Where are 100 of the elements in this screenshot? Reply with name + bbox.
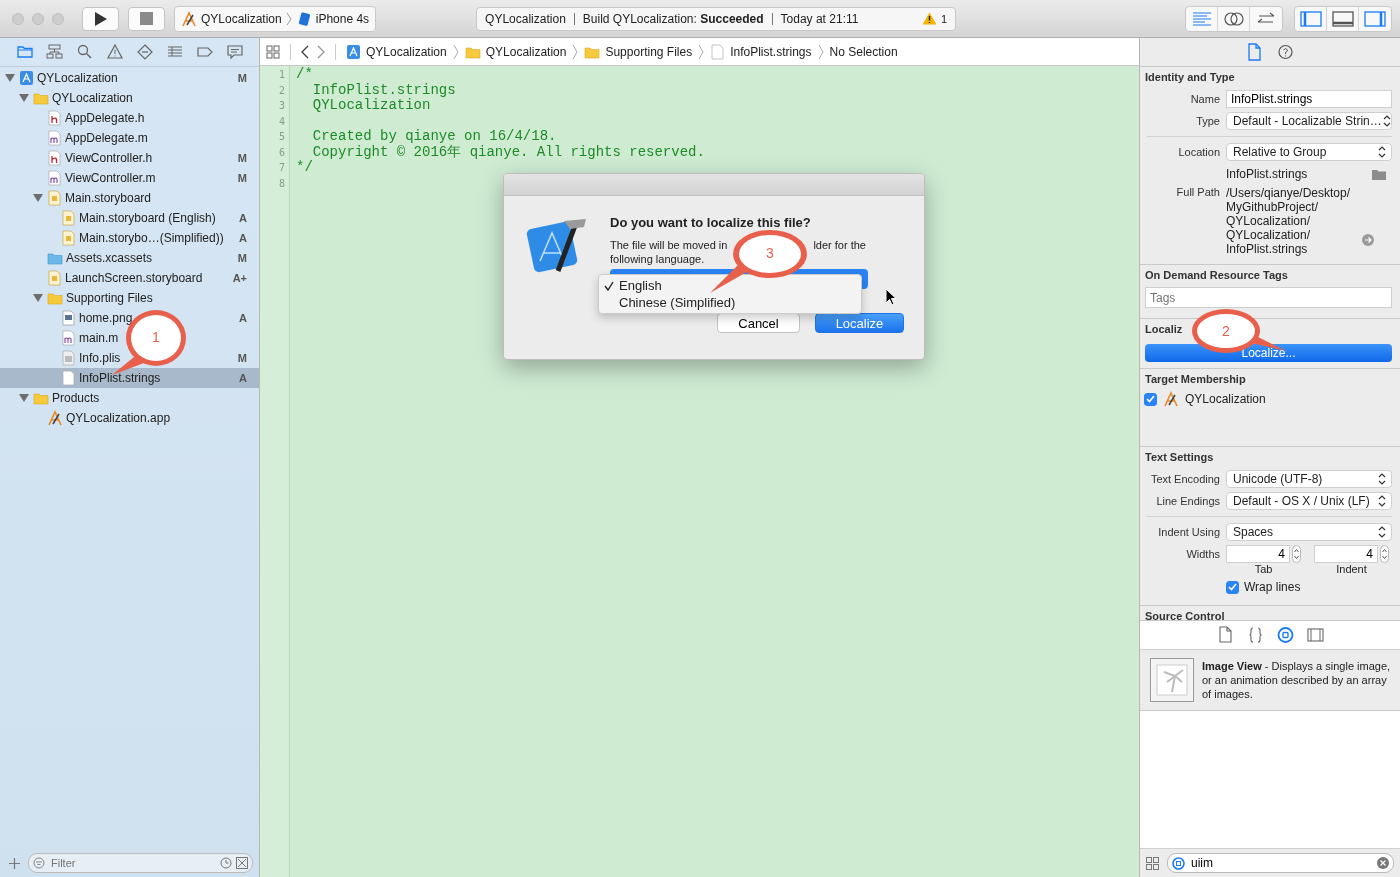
folder-icon	[33, 90, 49, 106]
code-comment-line: InfoPlist.strings	[311, 82, 457, 98]
help-icon[interactable]	[1277, 43, 1294, 61]
folder-icon[interactable]	[16, 43, 34, 61]
folder-icon[interactable]	[1372, 168, 1386, 180]
disclosure-triangle-icon[interactable]	[33, 193, 43, 203]
stop-icon	[140, 12, 153, 25]
diamond-minus-icon[interactable]	[136, 43, 154, 61]
image-placeholder-icon[interactable]	[1150, 658, 1194, 702]
add-icon[interactable]	[9, 857, 20, 869]
name-field[interactable]: InfoPlist.strings	[1226, 90, 1392, 108]
up-down-arrows-icon	[1377, 145, 1387, 159]
file-name[interactable]: Main.storyboard (English)	[79, 211, 216, 225]
path-segment[interactable]: Supporting Files	[584, 43, 693, 60]
up-down-arrows-icon	[1381, 114, 1392, 128]
file-name[interactable]: home.png	[79, 311, 133, 325]
hammer-app-icon	[181, 10, 197, 27]
warning-icon[interactable]	[921, 12, 937, 25]
file-name[interactable]: AppDelegate.h	[65, 111, 145, 125]
file-name[interactable]: main.m	[79, 331, 119, 345]
run-button[interactable]	[82, 6, 119, 31]
filter-field[interactable]: Filter	[49, 856, 216, 870]
file-name[interactable]: ViewController.h	[65, 151, 153, 165]
forward-icon[interactable]	[316, 44, 325, 59]
stepper-icon[interactable]	[1380, 545, 1389, 563]
path-segment[interactable]: No Selection	[829, 44, 898, 59]
popup-button[interactable]: Default - OS X / Unix (LF)	[1226, 492, 1392, 510]
checkbox[interactable]	[1144, 392, 1157, 406]
popup-button[interactable]: Spaces	[1226, 523, 1392, 541]
file-name[interactable]: AppDelegate.m	[65, 131, 148, 145]
filter-bar[interactable]: Filter	[28, 853, 253, 873]
storyboard-file-icon	[47, 190, 62, 206]
grid-icon[interactable]	[266, 44, 280, 59]
file-name[interactable]: Main.storyboard	[65, 191, 152, 205]
menu-item[interactable]: English	[599, 277, 861, 294]
pointer-icon	[885, 288, 897, 306]
clear-icon[interactable]	[1377, 857, 1389, 869]
stepper-icon[interactable]	[1292, 545, 1301, 563]
device-name[interactable]: iPhone 4s	[315, 11, 370, 26]
localize-button[interactable]: Localize...	[1145, 344, 1392, 362]
file-name[interactable]: Assets.xcassets	[66, 251, 153, 265]
scheme-selector[interactable]: QYLocalization iPhone 4s	[174, 5, 377, 32]
cancel-button[interactable]: Cancel	[717, 313, 800, 333]
file-name[interactable]: Info.plis	[79, 351, 121, 365]
play-icon	[93, 10, 108, 27]
code-comment-line: */	[296, 160, 314, 176]
reveal-arrow-icon[interactable]	[1362, 234, 1374, 246]
path-segment[interactable]: QYLocalization	[346, 43, 447, 60]
dialog-message: lder for the	[813, 238, 866, 252]
popup-button[interactable]: Relative to Group	[1226, 143, 1392, 161]
menu-item[interactable]: Chinese (Simplified)	[599, 294, 861, 311]
file-name[interactable]: ViewController.m	[65, 171, 156, 185]
file-name[interactable]: InfoPlist.strings	[79, 371, 161, 385]
speech-bubble-icon[interactable]	[226, 43, 244, 61]
line-number: 8	[277, 176, 286, 191]
file-name[interactable]: LaunchScreen.storyboard	[65, 271, 203, 285]
file-icon[interactable]	[1216, 626, 1234, 644]
hierarchy-icon[interactable]	[46, 43, 64, 61]
header-file-icon	[47, 110, 62, 126]
path-segment[interactable]: InfoPlist.strings	[710, 43, 812, 60]
disclosure-triangle-icon[interactable]	[5, 73, 15, 83]
file-name[interactable]: Products	[52, 391, 100, 405]
file-icon[interactable]	[1246, 43, 1263, 61]
grid-icon[interactable]	[236, 857, 248, 869]
localize-button[interactable]: Localize	[815, 313, 904, 333]
number-field[interactable]: 4	[1314, 545, 1378, 563]
file-icon	[61, 370, 76, 386]
disclosure-triangle-icon[interactable]	[19, 393, 29, 403]
scheme-name[interactable]: QYLocalization	[201, 11, 282, 26]
popup-button[interactable]: Unicode (UTF-8)	[1226, 470, 1392, 488]
stop-button[interactable]	[128, 6, 165, 31]
tags-field[interactable]: Tags	[1145, 287, 1392, 308]
clock-icon[interactable]	[220, 857, 232, 869]
number-field[interactable]: 4	[1226, 545, 1290, 563]
object-icon	[1172, 856, 1185, 870]
path-segment[interactable]: QYLocalization	[464, 43, 567, 60]
file-name[interactable]: QYLocalization.app	[66, 411, 171, 425]
grid-icon[interactable]	[1146, 856, 1159, 870]
file-name[interactable]: Main.storybo…(Simplified))	[79, 231, 224, 245]
chevron-icon	[285, 11, 292, 26]
object-icon[interactable]	[1276, 626, 1294, 644]
file-name[interactable]: Supporting Files	[66, 291, 153, 305]
project-icon	[346, 43, 361, 60]
section-header: Localiz	[1145, 323, 1183, 335]
line-number: 7	[277, 161, 286, 175]
disclosure-triangle-icon[interactable]	[19, 93, 29, 103]
field-caption: Indent	[1335, 563, 1368, 575]
file-name[interactable]: QYLocalization	[37, 71, 118, 85]
status-label: M	[237, 72, 247, 84]
line-number: 4	[277, 114, 286, 129]
film-icon[interactable]	[1306, 626, 1324, 644]
search-bar[interactable]: uiim	[1167, 853, 1394, 873]
disclosure-triangle-icon[interactable]	[33, 293, 43, 303]
file-name[interactable]: QYLocalization	[52, 91, 133, 105]
popup-button[interactable]: Default - Localizable Strin…	[1226, 112, 1392, 130]
checkbox[interactable]	[1226, 580, 1239, 594]
back-icon[interactable]	[301, 44, 310, 59]
field-label: Text Encoding	[1149, 473, 1221, 485]
warning-count[interactable]: 1	[940, 12, 948, 25]
search-icon[interactable]	[76, 43, 94, 61]
